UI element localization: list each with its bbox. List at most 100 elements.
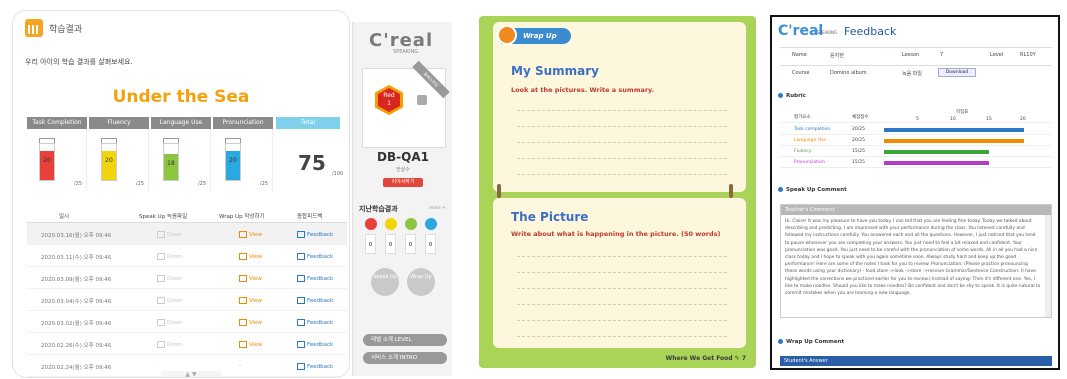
continue-button[interactable]: 이어서하기 <box>383 178 423 187</box>
view-link[interactable]: View <box>239 275 262 282</box>
cell-text: Feedback <box>307 364 334 370</box>
feedback-link[interactable]: Feedback <box>297 363 333 370</box>
cell-text: Down <box>167 342 183 348</box>
writing-line[interactable] <box>517 288 727 289</box>
doc-icon <box>297 319 305 326</box>
more-link[interactable]: more + <box>429 206 446 211</box>
view-link[interactable]: View <box>239 341 262 348</box>
writing-line[interactable] <box>517 174 727 175</box>
rubric-row: Task completion 20/25 <box>780 125 1052 135</box>
writing-line[interactable] <box>517 142 727 143</box>
download-button[interactable]: Download <box>938 68 976 77</box>
feedback-link[interactable]: Feedback <box>297 231 333 238</box>
doc-icon <box>297 253 305 260</box>
col-wrap: Wrap Up 작성하기 <box>219 214 265 220</box>
bulb-blue-icon <box>425 218 437 230</box>
rubric-label: Rubric <box>778 93 806 99</box>
view-link[interactable]: View <box>239 253 262 260</box>
cell-text: Feedback <box>307 298 334 304</box>
cell-text: View <box>249 342 263 348</box>
comment-box[interactable]: Teacher's Comment Hi, Claire! It was my … <box>780 204 1052 318</box>
score-column: 20/25 <box>213 129 273 191</box>
doc-icon <box>239 341 247 348</box>
down-link[interactable]: Down <box>157 297 183 304</box>
score-fill: 18 <box>164 154 178 180</box>
writing-line[interactable] <box>517 320 727 321</box>
col-speak: Speak Up 녹음파일 <box>139 214 188 220</box>
writing-line[interactable] <box>517 272 727 273</box>
info-row-2: Course Domino album 녹음 파일 Download <box>780 65 1052 79</box>
view-link: - <box>239 363 241 369</box>
wrapup-icon <box>497 25 517 45</box>
score-header: Task Completion <box>27 117 87 129</box>
down-link[interactable]: Down <box>157 231 183 238</box>
doc-icon <box>157 341 165 348</box>
rubric-bar <box>884 139 1024 143</box>
cell-text: Down <box>167 298 183 304</box>
writing-line[interactable] <box>517 256 727 257</box>
row-date: 2020.03.02(월) 오후 09:46 <box>41 319 111 327</box>
pager-arrows[interactable]: ▲ ▼ <box>161 371 221 377</box>
corner-ribbon: 올레스피킹 <box>412 60 450 99</box>
cell-text: View <box>249 254 263 260</box>
doc-icon <box>297 275 305 282</box>
binder-ring <box>497 184 501 198</box>
doc-icon <box>239 319 247 326</box>
cell-text: Feedback <box>307 232 334 238</box>
rubric-score: 15/25 <box>852 160 865 165</box>
service-intro-button[interactable]: 서비스 소개 INTRO <box>363 352 447 364</box>
cell-text: 2020.02.26(수) 오후 09:46 <box>41 343 112 349</box>
doc-icon <box>239 231 247 238</box>
logo-sub: SPEAKING <box>393 49 419 55</box>
score-max: /25 <box>259 181 268 187</box>
info-row-1: Name 윤지현 Lesson 7 Level RL10Y <box>780 47 1052 61</box>
table-row: 2020.03.11(수) 오후 09:46 Down View Feedback <box>27 245 347 267</box>
wrap-up-button[interactable]: Wrap Up <box>407 268 435 296</box>
doc-icon <box>157 231 165 238</box>
row-date: 2020.03.16(월) 오후 09:46 <box>41 231 111 239</box>
view-link[interactable]: View <box>239 319 262 326</box>
feedback-panel: C'real SPEAKING Feedback Name 윤지현 Lesson 7… <box>770 15 1060 370</box>
writing-line[interactable] <box>517 110 727 111</box>
lesson-sub: 한살수 <box>396 167 410 173</box>
cell-text: 2020.03.11(수) 오후 09:46 <box>41 255 112 261</box>
feedback-title: Feedback <box>844 25 897 38</box>
feedback-link[interactable]: Feedback <box>297 253 333 260</box>
col-feedback: 종합피드백 <box>297 214 323 220</box>
bulb-green-icon <box>405 218 417 230</box>
down-link[interactable]: Down <box>157 253 183 260</box>
view-link[interactable]: View <box>239 231 262 238</box>
unit-title: Under the Sea <box>112 87 250 107</box>
view-link[interactable]: View <box>239 297 262 304</box>
writing-line[interactable] <box>517 336 727 337</box>
comment-scrollbar[interactable] <box>1045 215 1051 317</box>
down-link[interactable]: Down <box>157 275 183 282</box>
feedback-link[interactable]: Feedback <box>297 297 333 304</box>
page-footer: Where We Get Food ✎ 7 <box>665 355 746 362</box>
comment-title: Teacher's Comment <box>781 205 1051 215</box>
doc-icon <box>239 253 247 260</box>
feedback-link[interactable]: Feedback <box>297 319 333 326</box>
feedback-link[interactable]: Feedback <box>297 341 333 348</box>
level-intro-button[interactable]: 레벨 소개 LEVEL <box>363 334 447 346</box>
cell-text: Down <box>167 320 183 326</box>
table-row: 2020.03.02(월) 오후 09:46 Down View Feedback <box>27 311 347 333</box>
rubric-row: Pronunciation 15/25 <box>780 158 1052 168</box>
feedback-link[interactable]: Feedback <box>297 275 333 282</box>
writing-line[interactable] <box>517 126 727 127</box>
cell-text: 2020.03.09(월) 오후 09:46 <box>41 277 112 283</box>
tube-2: 0 <box>385 234 396 254</box>
result-header: 학습결과 <box>25 19 82 37</box>
level-card: Red 1 올레스피킹 <box>362 60 450 148</box>
speak-up-button[interactable]: Speak Up <box>371 268 399 296</box>
summary-instruction: Look at the pictures. Write a summary. <box>511 86 655 94</box>
tube-3: 0 <box>405 234 416 254</box>
rubric-row: Language Use 20/25 <box>780 136 1052 146</box>
rubric-header: 평가요소 채점점수 학점표 5 10 15 20 <box>780 109 1052 123</box>
writing-line[interactable] <box>517 304 727 305</box>
cell-text: 2020.03.16(월) 오후 09:46 <box>41 233 112 239</box>
down-link[interactable]: Down <box>157 319 183 326</box>
doc-icon <box>297 341 305 348</box>
down-link[interactable]: Down <box>157 341 183 348</box>
writing-line[interactable] <box>517 158 727 159</box>
